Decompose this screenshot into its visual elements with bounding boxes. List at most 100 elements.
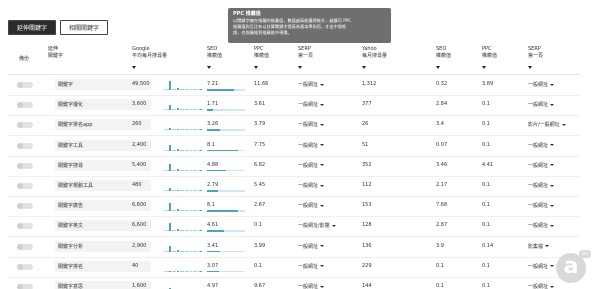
serp-serp1-select[interactable]: 一般網址 xyxy=(298,101,325,109)
seo1-value: 8.1 xyxy=(207,202,215,209)
row-toggle[interactable] xyxy=(17,82,33,88)
row-toggle[interactable] xyxy=(17,284,33,289)
serp-serp2-select[interactable]: 影片/一般網址 xyxy=(528,121,566,128)
header-seo-1[interactable]: SEO 推薦值 xyxy=(207,46,222,59)
serp-select-value: 一般網址 xyxy=(298,243,319,250)
seo2-value: 0.1 xyxy=(436,283,444,289)
serp-serp1-select[interactable]: 一般網址/影響 xyxy=(298,222,336,229)
keyword-text[interactable]: 關鍵字搜尋 xyxy=(58,162,83,169)
serp-serp2-select[interactable]: 一般網址 xyxy=(528,81,555,88)
chevron-down-icon xyxy=(320,83,325,86)
serp-select-value: 一般網址 xyxy=(298,102,319,109)
chevron-down-icon xyxy=(550,144,555,147)
row-toggle[interactable] xyxy=(17,243,33,250)
table-row: 關鍵字英文 6,600 4.61 0.1 128 2.87 0.1 一般網址/影響 一般網址 xyxy=(0,217,600,238)
header-ppc-2[interactable]: PPC 推薦值 xyxy=(482,46,497,59)
serp-serp1-select[interactable]: 一般網址 xyxy=(298,142,325,149)
sort-chevron-icon[interactable] xyxy=(436,66,440,69)
serp-serp2-select[interactable]: 一般網址 xyxy=(528,283,555,289)
tab-extended-keywords[interactable]: 延伸關鍵字 xyxy=(8,20,57,35)
keyword-text[interactable]: 關鍵字意思 xyxy=(58,283,83,289)
sparkline-bar xyxy=(200,149,203,151)
serp-serp2-select[interactable]: 影集檔 xyxy=(528,243,550,250)
sparkline-bar xyxy=(200,270,203,272)
serp-serp1-select[interactable]: 一般網址 xyxy=(298,263,325,270)
seo-score-bar xyxy=(207,210,245,212)
trend-sparkline xyxy=(164,80,204,90)
seo-score-bar-fill xyxy=(207,169,226,172)
tab-related-keywords[interactable]: 相關關鍵字 xyxy=(60,20,109,35)
serp-serp2-select[interactable]: 一般網址 xyxy=(528,142,555,149)
sort-chevron-icon[interactable] xyxy=(207,66,211,69)
ppc2-value: 0.1 xyxy=(482,262,490,269)
serp-serp2-select[interactable]: 一般網址 xyxy=(528,101,555,108)
seo-score-bar-fill xyxy=(207,270,219,273)
header-seo-2[interactable]: SEO 推薦值 xyxy=(436,46,451,59)
row-toggle[interactable] xyxy=(17,162,33,169)
row-toggle[interactable] xyxy=(17,142,33,149)
serp-serp1-select[interactable]: 一般網址 xyxy=(298,81,325,88)
row-toggle[interactable] xyxy=(17,203,33,210)
table-row: 關鍵字工具 2,400 8.1 7.75 51 0.07 0.1 一般網址 一般網址 xyxy=(0,137,600,157)
ppc2-value: 0.1 xyxy=(482,202,490,209)
header-seo-2-line2: 推薦值 xyxy=(436,52,452,59)
serp-serp1-select[interactable]: 一般網址 xyxy=(298,182,325,189)
seo2-value: 0.1 xyxy=(436,262,444,269)
header-serp-1[interactable]: SERP 第一頁 xyxy=(298,46,313,59)
serp-serp1-select[interactable]: 一般網址 xyxy=(298,162,325,169)
seo-score-bar-fill xyxy=(207,129,220,131)
serp-select-value: 一般網址 xyxy=(298,284,319,289)
header-serp-1-line2: 第一頁 xyxy=(298,52,314,59)
keyword-text[interactable]: 關鍵字英文 xyxy=(58,222,83,229)
serp-serp2-select[interactable]: 一般網址 xyxy=(528,263,555,270)
google-value: 6,600 xyxy=(132,202,147,209)
serp-serp1-select[interactable]: 一般網址 xyxy=(298,243,325,250)
serp-select-value: 一般網址 xyxy=(298,203,319,210)
row-toggle[interactable] xyxy=(17,102,33,109)
header-yahoo[interactable]: Yahoo 每月搜尋量 xyxy=(362,46,387,59)
row-toggle[interactable] xyxy=(17,223,33,230)
sort-chevron-icon[interactable] xyxy=(528,66,532,69)
chevron-down-icon xyxy=(320,164,325,167)
header-ppc-1[interactable]: PPC 推薦值 xyxy=(254,46,269,59)
serp-serp2-select[interactable]: 一般網址 xyxy=(528,162,555,169)
serp-serp2-select[interactable]: 一般網址 xyxy=(528,222,555,229)
keyword-text[interactable]: 關鍵字規劃工具 xyxy=(58,182,93,189)
keyword-text[interactable]: 關鍵字工具 xyxy=(58,142,83,149)
serp-serp1-select[interactable]: 一般網址 xyxy=(298,202,325,210)
seo-score-bar-fill xyxy=(207,109,214,111)
ppc1-value: 0.1 xyxy=(254,262,262,269)
seo-score-bar-fill xyxy=(207,149,238,152)
row-toggle[interactable] xyxy=(17,263,33,270)
sort-chevron-icon[interactable] xyxy=(132,66,136,69)
sort-chevron-icon[interactable] xyxy=(254,66,258,69)
serp-serp2-select[interactable]: 一般網址 xyxy=(528,182,555,189)
keyword-text[interactable]: 關鍵字優化 xyxy=(58,101,83,108)
keyword-text[interactable]: 關鍵字 xyxy=(58,81,73,88)
table-row: 關鍵字廣告 6,600 8.1 2.67 153 7.68 0.1 一般網址 一般網址 xyxy=(0,197,600,218)
sort-chevron-icon[interactable] xyxy=(298,66,302,69)
row-toggle[interactable] xyxy=(17,183,33,189)
header-google-line2: 平均每月搜尋量 xyxy=(132,52,168,59)
header-google[interactable]: Google 平均每月搜尋量 xyxy=(132,46,167,59)
keyword-text[interactable]: 關鍵字排名app xyxy=(58,121,92,128)
serp-select-value: 一般網址 xyxy=(528,82,549,88)
keyword-text[interactable]: 關鍵字廣告 xyxy=(58,202,83,209)
seo-score-bar-fill xyxy=(207,250,220,253)
serp-serp1-select[interactable]: 一般網址 xyxy=(298,121,325,128)
serp-select-value: 一般網址 xyxy=(528,183,549,189)
sort-chevron-icon[interactable] xyxy=(482,66,486,69)
serp-serp1-select[interactable]: 一般網址 xyxy=(298,283,325,289)
row-toggle[interactable] xyxy=(17,122,33,129)
sort-chevron-icon[interactable] xyxy=(362,66,366,69)
google-value: 3,600 xyxy=(132,101,147,108)
header-serp-2[interactable]: SERP 第一頁 xyxy=(528,46,543,59)
ppc2-value: 0.1 xyxy=(482,141,490,148)
seo1-value: 1.71 xyxy=(207,101,219,108)
header-keyword[interactable]: 延伸 關鍵字 xyxy=(48,46,63,59)
table-row: 關鍵字優化 3,600 1.71 3.61 377 2.84 0.1 一般網址 一般網址 xyxy=(0,96,600,117)
serp-serp2-select[interactable]: 一般網址 xyxy=(528,202,555,209)
seo-score-bar xyxy=(207,129,245,131)
keyword-text[interactable]: 關鍵字分析 xyxy=(58,243,83,250)
keyword-text[interactable]: 關鍵字排名 xyxy=(58,263,83,270)
